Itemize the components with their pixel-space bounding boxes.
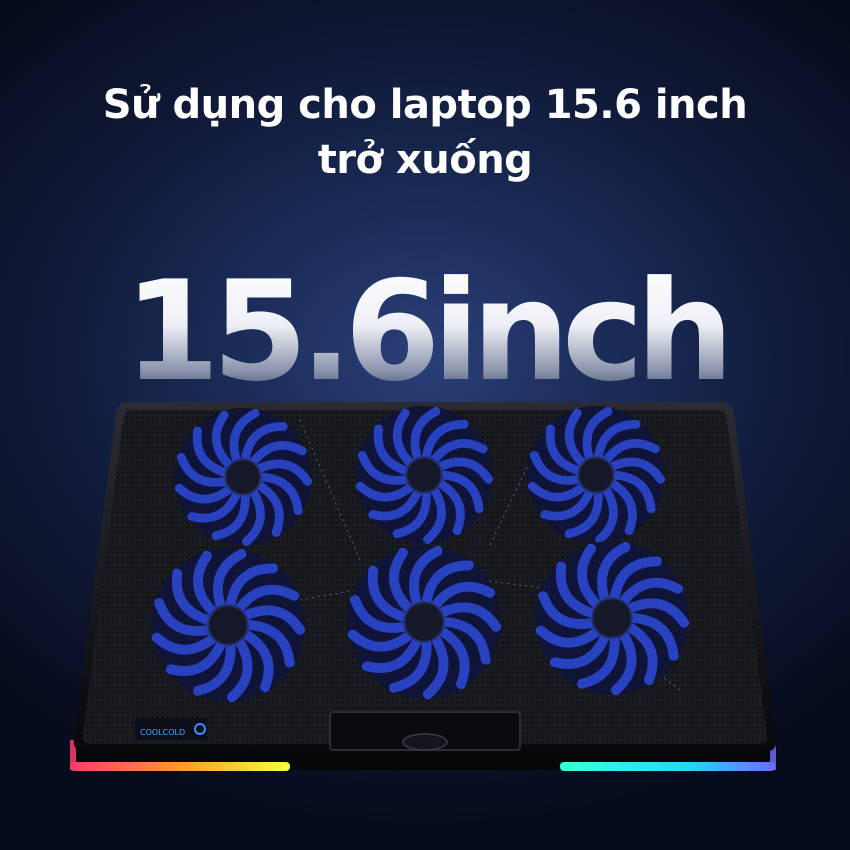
fan-speed-knob[interactable]: [402, 733, 448, 751]
fan-1: [169, 403, 317, 551]
brand-logo: COOLCOLD: [135, 718, 207, 740]
fan-6: [530, 536, 694, 700]
rgb-strip-right: [560, 762, 775, 771]
fan-4: [146, 543, 310, 707]
cooling-pad-image: COOLCOLD: [70, 401, 778, 771]
rgb-strip-left: [70, 762, 290, 771]
fan-2: [350, 401, 498, 549]
fan-3: [522, 401, 670, 549]
fan-5: [342, 540, 506, 704]
brand-logo-text: COOLCOLD: [140, 728, 185, 737]
